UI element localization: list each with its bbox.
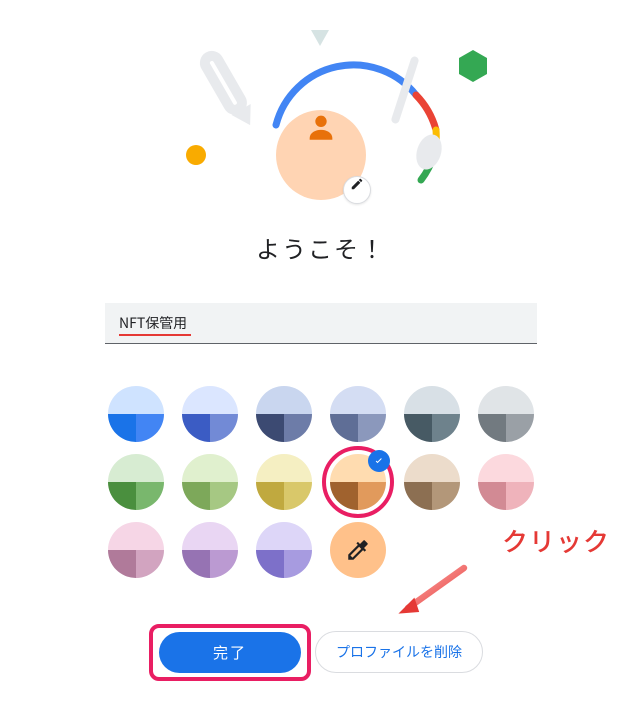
- profile-setup-dialog: ようこそ！ NFT保管用 クリック 完了 プロファイルを削除: [0, 0, 642, 701]
- theme-swatch-12[interactable]: [108, 522, 164, 578]
- pencil-icon: [350, 177, 364, 191]
- theme-swatch-1[interactable]: [182, 386, 238, 442]
- theme-swatch-8[interactable]: [256, 454, 312, 510]
- profile-name-value: NFT保管用: [119, 313, 187, 333]
- theme-swatch-5[interactable]: [478, 386, 534, 442]
- eyedropper-icon: [345, 537, 371, 563]
- done-button[interactable]: 完了: [159, 632, 301, 673]
- delete-profile-button[interactable]: プロファイルを削除: [315, 631, 483, 673]
- annotation-click-label: クリック: [502, 522, 610, 559]
- theme-swatch-2[interactable]: [256, 386, 312, 442]
- theme-swatch-selected[interactable]: [330, 454, 386, 510]
- welcome-heading: ようこそ！: [0, 230, 642, 265]
- person-icon: [304, 110, 338, 144]
- theme-swatch-3[interactable]: [330, 386, 386, 442]
- checkmark-icon: [368, 450, 390, 472]
- edit-avatar-button[interactable]: [343, 176, 371, 204]
- theme-swatch-7[interactable]: [182, 454, 238, 510]
- theme-swatch-4[interactable]: [404, 386, 460, 442]
- annotation-underline: [119, 334, 191, 336]
- theme-swatch-14[interactable]: [256, 522, 312, 578]
- profile-name-input[interactable]: NFT保管用: [105, 303, 537, 344]
- theme-color-grid: [105, 386, 537, 578]
- theme-swatch-11[interactable]: [478, 454, 534, 510]
- hero-illustration: [0, 0, 642, 210]
- custom-color-eyedropper[interactable]: [330, 522, 386, 578]
- theme-swatch-0[interactable]: [108, 386, 164, 442]
- theme-swatch-13[interactable]: [182, 522, 238, 578]
- theme-swatch-6[interactable]: [108, 454, 164, 510]
- button-row: 完了 プロファイルを削除: [0, 631, 642, 673]
- theme-swatch-10[interactable]: [404, 454, 460, 510]
